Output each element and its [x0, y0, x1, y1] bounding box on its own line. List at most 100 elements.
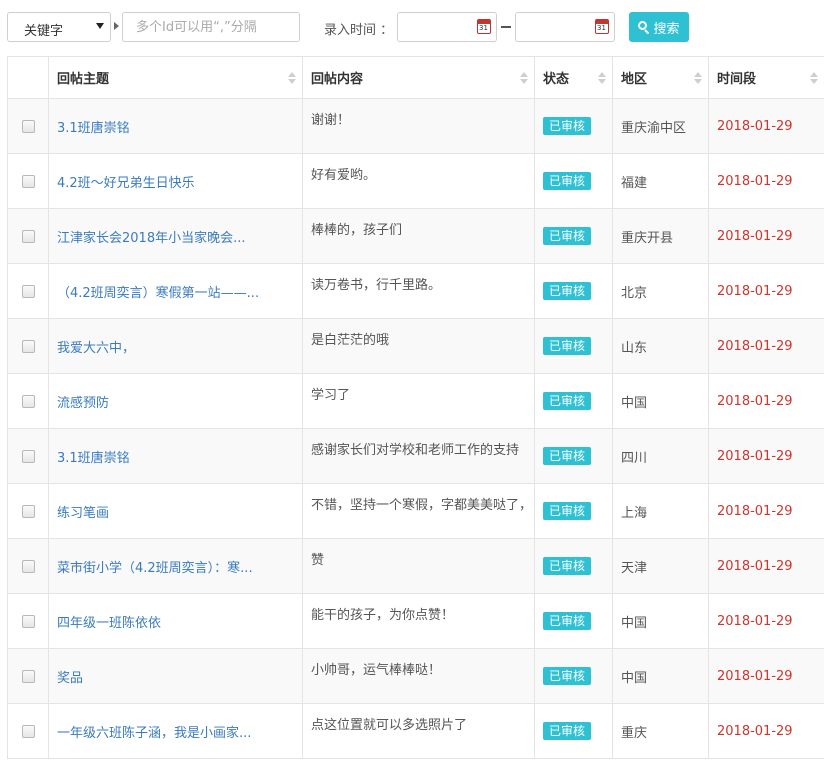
region-text: 重庆开县 — [612, 208, 709, 264]
row-checkbox[interactable] — [21, 174, 35, 188]
row-checkbox[interactable] — [21, 449, 35, 463]
reply-content: 能干的孩子，为你点赞！ — [302, 593, 535, 649]
header-checkbox-cell — [7, 56, 49, 99]
row-checkbox-cell — [7, 153, 49, 209]
table-row: 练习笔画 不错，坚持一个寒假，字都美美哒了， 已审核 上海 2018-01-29 — [7, 483, 824, 539]
start-date-input[interactable]: 31 — [397, 12, 497, 42]
keyword-select[interactable]: 关键字 — [7, 12, 111, 42]
date-text: 2018-01-29 — [708, 538, 824, 594]
reply-content: 赞 — [302, 538, 535, 594]
row-checkbox[interactable] — [21, 284, 35, 298]
row-checkbox[interactable] — [21, 119, 35, 133]
subject-link[interactable]: 3.1班唐崇铭 — [48, 98, 303, 154]
subject-link[interactable]: 菜市街小学（4.2班周奕言）：寒... — [48, 538, 303, 594]
date-range-dash — [501, 26, 511, 28]
table-row: 3.1班唐崇铭 谢谢！ 已审核 重庆渝中区 2018-01-29 — [7, 98, 824, 154]
row-checkbox[interactable] — [21, 229, 35, 243]
header-status[interactable]: 状态 — [534, 56, 613, 99]
date-text: 2018-01-29 — [708, 373, 824, 429]
header-content-label: 回帖内容 — [311, 72, 364, 87]
status-cell: 已审核 — [534, 703, 613, 759]
keyword-select-label: 关键字 — [24, 24, 64, 39]
status-cell: 已审核 — [534, 263, 613, 319]
header-subject[interactable]: 回帖主题 — [48, 56, 303, 99]
reply-content: 是白茫茫的哦 — [302, 318, 535, 374]
status-cell: 已审核 — [534, 98, 613, 154]
search-button[interactable]: 搜索 — [629, 12, 689, 42]
header-region[interactable]: 地区 — [612, 56, 709, 99]
status-badge: 已审核 — [543, 227, 592, 245]
row-checkbox[interactable] — [21, 394, 35, 408]
region-text: 中国 — [612, 373, 709, 429]
row-checkbox-cell — [7, 703, 49, 759]
replies-table: 回帖主题 回帖内容 状态 地区 时间段 3.1班唐崇铭 谢谢！ 已审核 重庆渝中… — [7, 56, 824, 759]
status-badge: 已审核 — [543, 117, 592, 135]
calendar-icon[interactable]: 31 — [595, 19, 609, 34]
subject-link[interactable]: 奖品 — [48, 648, 303, 704]
header-time-label: 时间段 — [717, 72, 757, 87]
table-row: 3.1班唐崇铭 感谢家长们对学校和老师工作的支持 已审核 四川 2018-01-… — [7, 428, 824, 484]
date-text: 2018-01-29 — [708, 98, 824, 154]
region-text: 重庆渝中区 — [612, 98, 709, 154]
id-input[interactable] — [122, 12, 300, 42]
row-checkbox[interactable] — [21, 559, 35, 573]
date-text: 2018-01-29 — [708, 648, 824, 704]
subject-link[interactable]: 我爱大六中， — [48, 318, 303, 374]
end-date-input[interactable]: 31 — [515, 12, 615, 42]
header-time[interactable]: 时间段 — [708, 56, 824, 99]
table-row: 菜市街小学（4.2班周奕言）：寒... 赞 已审核 天津 2018-01-29 — [7, 538, 824, 594]
subject-link[interactable]: （4.2班周奕言）寒假第一站——... — [48, 263, 303, 319]
region-text: 北京 — [612, 263, 709, 319]
calendar-icon[interactable]: 31 — [477, 19, 491, 34]
header-content[interactable]: 回帖内容 — [302, 56, 535, 99]
header-region-label: 地区 — [621, 72, 648, 87]
table-row: 4.2班～好兄弟生日快乐 好有爱哟。 已审核 福建 2018-01-29 — [7, 153, 824, 209]
subject-link[interactable]: 流感预防 — [48, 373, 303, 429]
status-badge: 已审核 — [543, 172, 592, 190]
subject-link[interactable]: 4.2班～好兄弟生日快乐 — [48, 153, 303, 209]
row-checkbox-cell — [7, 593, 49, 649]
date-text: 2018-01-29 — [708, 593, 824, 649]
reply-content: 学习了 — [302, 373, 535, 429]
status-cell: 已审核 — [534, 208, 613, 264]
table-row: 我爱大六中， 是白茫茫的哦 已审核 山东 2018-01-29 — [7, 318, 824, 374]
region-text: 上海 — [612, 483, 709, 539]
subject-link[interactable]: 江津家长会2018年小当家晚会... — [48, 208, 303, 264]
sort-icon[interactable] — [288, 72, 296, 84]
date-text: 2018-01-29 — [708, 208, 824, 264]
caret-right-icon — [114, 22, 119, 30]
row-checkbox-cell — [7, 263, 49, 319]
sort-icon[interactable] — [810, 72, 818, 84]
status-badge: 已审核 — [543, 612, 592, 630]
status-badge: 已审核 — [543, 722, 592, 740]
table-header-row: 回帖主题 回帖内容 状态 地区 时间段 — [7, 56, 824, 99]
subject-link[interactable]: 一年级六班陈子涵，我是小画家... — [48, 703, 303, 759]
region-text: 福建 — [612, 153, 709, 209]
table-row: （4.2班周奕言）寒假第一站——... 读万卷书，行千里路。 已审核 北京 20… — [7, 263, 824, 319]
reply-content: 感谢家长们对学校和老师工作的支持 — [302, 428, 535, 484]
status-badge: 已审核 — [543, 447, 592, 465]
subject-link[interactable]: 练习笔画 — [48, 483, 303, 539]
status-cell: 已审核 — [534, 318, 613, 374]
filter-bar: 关键字 录入时间 ： 31 31 搜索 — [0, 0, 824, 56]
subject-link[interactable]: 四年级一班陈依依 — [48, 593, 303, 649]
sort-icon[interactable] — [520, 72, 528, 84]
chevron-down-icon — [96, 23, 104, 29]
row-checkbox[interactable] — [21, 339, 35, 353]
date-text: 2018-01-29 — [708, 428, 824, 484]
sort-icon[interactable] — [694, 72, 702, 84]
header-subject-label: 回帖主题 — [57, 72, 110, 87]
row-checkbox-cell — [7, 538, 49, 594]
row-checkbox-cell — [7, 208, 49, 264]
region-text: 中国 — [612, 648, 709, 704]
row-checkbox[interactable] — [21, 504, 35, 518]
row-checkbox[interactable] — [21, 669, 35, 683]
row-checkbox[interactable] — [21, 614, 35, 628]
sort-icon[interactable] — [598, 72, 606, 84]
subject-link[interactable]: 3.1班唐崇铭 — [48, 428, 303, 484]
row-checkbox-cell — [7, 318, 49, 374]
status-cell: 已审核 — [534, 538, 613, 594]
status-badge: 已审核 — [543, 557, 592, 575]
table-row: 奖品 小帅哥，运气棒棒哒！ 已审核 中国 2018-01-29 — [7, 648, 824, 704]
row-checkbox[interactable] — [21, 724, 35, 738]
